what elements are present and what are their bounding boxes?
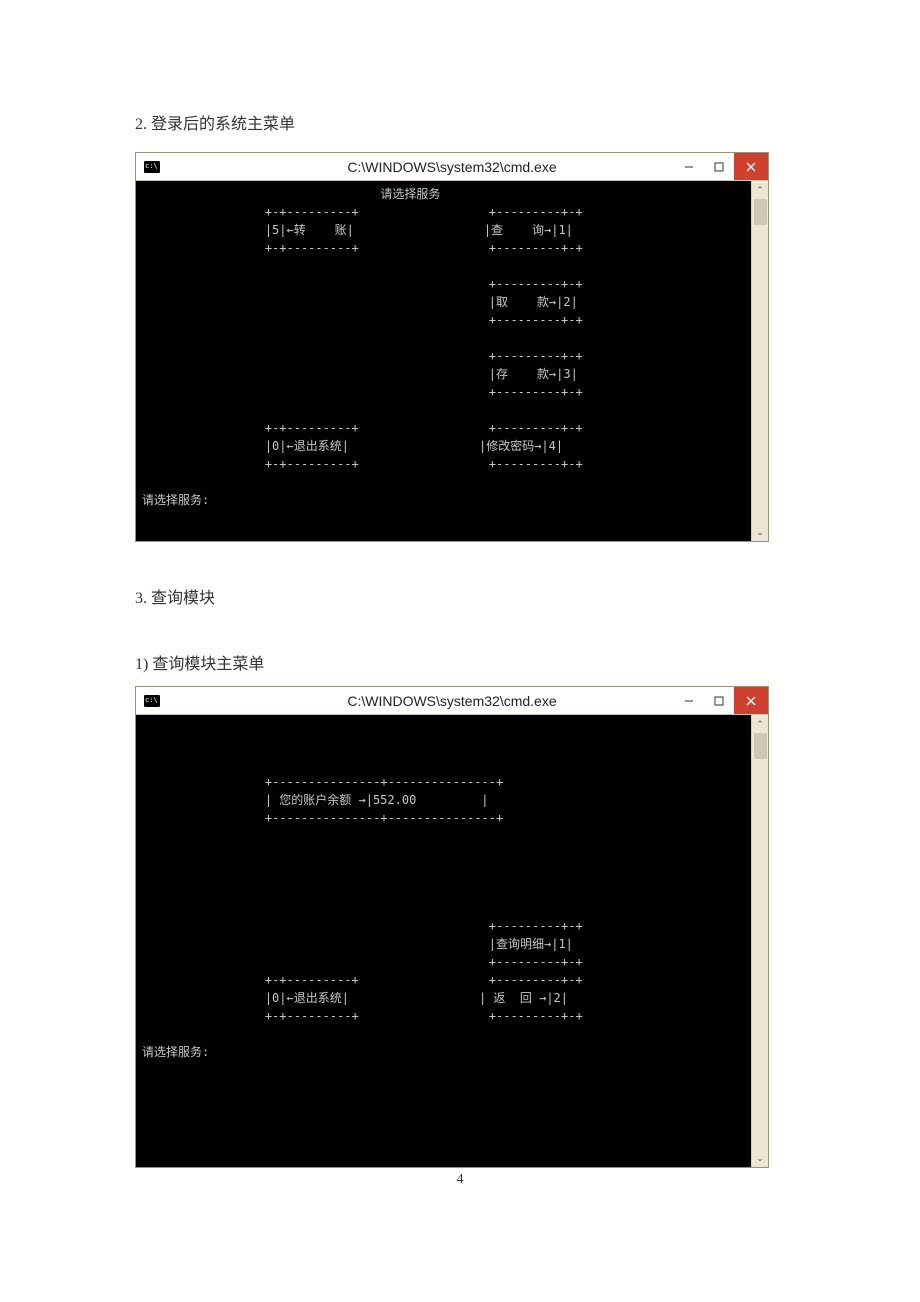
- window-title: C:\WINDOWS\system32\cmd.exe: [347, 693, 556, 709]
- titlebar: C:\WINDOWS\system32\cmd.exe: [136, 687, 768, 715]
- maximize-button[interactable]: [704, 153, 734, 180]
- maximize-button[interactable]: [704, 687, 734, 714]
- cmd-icon: [144, 161, 160, 173]
- scroll-thumb[interactable]: [754, 733, 767, 759]
- titlebar: C:\WINDOWS\system32\cmd.exe: [136, 153, 768, 181]
- cmd-window-main-menu: C:\WINDOWS\system32\cmd.exe 请选择服务 +-+---…: [135, 152, 769, 542]
- section-2-heading: 2. 登录后的系统主菜单: [135, 110, 785, 134]
- console-output[interactable]: +---------------+---------------+ | 您的账户…: [136, 715, 751, 1167]
- console-output[interactable]: 请选择服务 +-+---------+ +---------+-+ |5|←转 …: [136, 181, 751, 541]
- scroll-up-icon[interactable]: ⌃: [752, 181, 768, 199]
- close-button[interactable]: [734, 153, 768, 180]
- client-area: +---------------+---------------+ | 您的账户…: [136, 715, 768, 1167]
- minimize-button[interactable]: [674, 153, 704, 180]
- window-title: C:\WINDOWS\system32\cmd.exe: [347, 159, 556, 175]
- page-number: 4: [457, 1172, 464, 1188]
- minimize-button[interactable]: [674, 687, 704, 714]
- section-3-heading: 3. 查询模块: [135, 584, 785, 608]
- scroll-thumb[interactable]: [754, 199, 767, 225]
- section-3-sub-1: 1) 查询模块主菜单: [135, 650, 785, 674]
- cmd-window-query-menu: C:\WINDOWS\system32\cmd.exe +-----------…: [135, 686, 769, 1168]
- client-area: 请选择服务 +-+---------+ +---------+-+ |5|←转 …: [136, 181, 768, 541]
- window-controls: [674, 687, 768, 714]
- window-controls: [674, 153, 768, 180]
- close-button[interactable]: [734, 687, 768, 714]
- vertical-scrollbar[interactable]: ⌃ ⌄: [751, 715, 768, 1167]
- cmd-icon: [144, 695, 160, 707]
- scroll-down-icon[interactable]: ⌄: [752, 523, 768, 541]
- scroll-up-icon[interactable]: ⌃: [752, 715, 768, 733]
- vertical-scrollbar[interactable]: ⌃ ⌄: [751, 181, 768, 541]
- scroll-down-icon[interactable]: ⌄: [752, 1149, 768, 1167]
